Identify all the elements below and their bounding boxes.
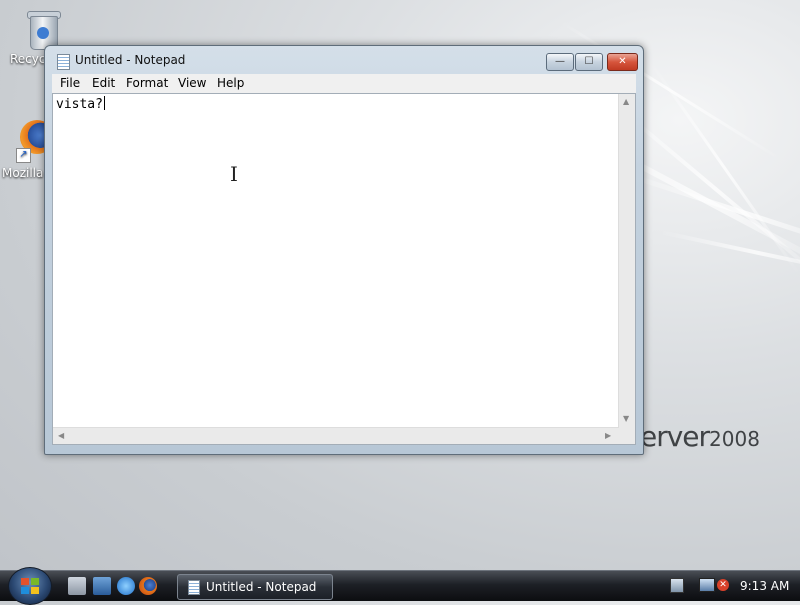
taskbar-notepad-label: Untitled - Notepad bbox=[206, 580, 317, 594]
title-bar[interactable]: Untitled - Notepad — ☐ ✕ bbox=[45, 46, 643, 74]
switch-windows-icon[interactable] bbox=[93, 577, 111, 595]
recycle-bin-icon bbox=[26, 10, 61, 50]
scroll-up-icon[interactable]: ▲ bbox=[623, 97, 629, 106]
network-status-icon[interactable] bbox=[699, 578, 715, 592]
start-button[interactable] bbox=[8, 567, 52, 605]
windows-logo-icon bbox=[21, 578, 39, 594]
shortcut-arrow-icon: ↗ bbox=[16, 148, 31, 163]
menu-edit[interactable]: Edit bbox=[92, 76, 115, 90]
scroll-right-icon[interactable]: ▶ bbox=[605, 431, 611, 440]
show-desktop-icon[interactable] bbox=[68, 577, 86, 595]
text-content[interactable]: vista? bbox=[56, 96, 105, 112]
text-value: vista? bbox=[56, 97, 103, 112]
taskbar-notepad-button[interactable]: Untitled - Notepad bbox=[177, 574, 333, 600]
menu-file[interactable]: File bbox=[60, 76, 80, 90]
notepad-icon bbox=[188, 580, 200, 595]
notepad-icon bbox=[57, 54, 70, 70]
scroll-down-icon[interactable]: ▼ bbox=[623, 414, 629, 423]
menu-format[interactable]: Format bbox=[126, 76, 168, 90]
text-editor[interactable]: vista? ▲ ▼ ◀ ▶ bbox=[52, 93, 636, 445]
system-tray: ✕ 9:13 AM bbox=[663, 574, 800, 598]
volume-muted-icon[interactable]: ✕ bbox=[717, 579, 729, 591]
windows-server-branding: erver2008 bbox=[640, 420, 760, 453]
menu-view[interactable]: View bbox=[178, 76, 206, 90]
window-title: Untitled - Notepad bbox=[75, 53, 186, 67]
notepad-window[interactable]: Untitled - Notepad — ☐ ✕ File Edit Forma… bbox=[44, 45, 644, 455]
menu-bar: File Edit Format View Help bbox=[52, 74, 636, 93]
taskbar: Untitled - Notepad ✕ 9:13 AM bbox=[0, 567, 800, 605]
close-button[interactable]: ✕ bbox=[607, 53, 638, 71]
network-icon[interactable] bbox=[670, 578, 684, 593]
scroll-left-icon[interactable]: ◀ bbox=[58, 431, 64, 440]
text-caret bbox=[103, 96, 105, 110]
menu-help[interactable]: Help bbox=[217, 76, 244, 90]
internet-explorer-icon[interactable] bbox=[117, 577, 135, 595]
vertical-scrollbar[interactable]: ▲ ▼ bbox=[618, 94, 635, 428]
clock[interactable]: 9:13 AM bbox=[740, 579, 789, 593]
horizontal-scrollbar[interactable]: ◀ ▶ bbox=[53, 427, 619, 444]
minimize-button[interactable]: — bbox=[546, 53, 574, 71]
branding-text: erver bbox=[640, 420, 710, 453]
text-cursor-icon: Ι bbox=[230, 162, 238, 186]
branding-year: 2008 bbox=[709, 427, 760, 451]
resize-grip-icon[interactable] bbox=[619, 428, 635, 444]
firefox-icon[interactable] bbox=[139, 577, 157, 595]
maximize-button[interactable]: ☐ bbox=[575, 53, 603, 71]
